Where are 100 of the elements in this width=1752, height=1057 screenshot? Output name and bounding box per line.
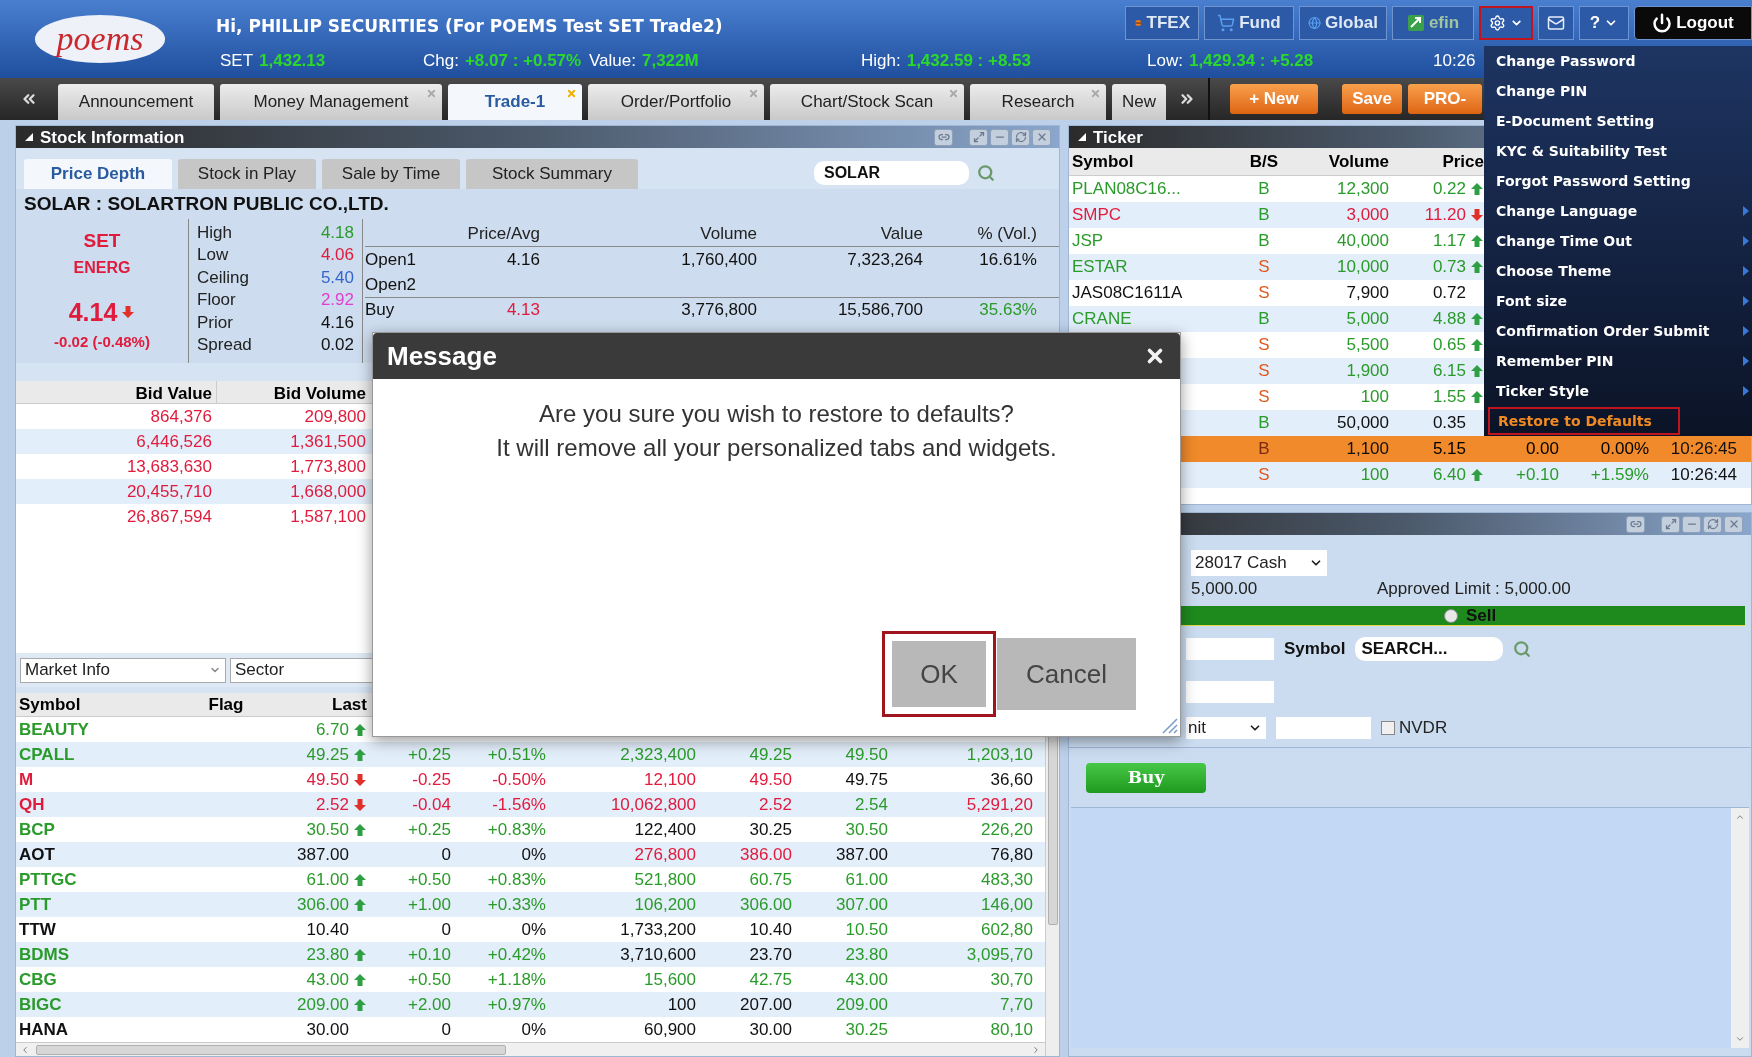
- column-header: Value: [879, 222, 923, 245]
- expand-icon[interactable]: [1661, 515, 1680, 533]
- table-cell-text: +0.51%: [486, 743, 546, 766]
- column-header: Symbol: [18, 693, 82, 716]
- expand-icon[interactable]: [969, 128, 988, 146]
- menu-item[interactable]: Change Password: [1488, 47, 1644, 75]
- link-icon[interactable]: [934, 128, 953, 146]
- dialog-message: It will remove all your personalized tabs and widgets.: [496, 433, 1057, 463]
- symbol-cell-text: PTTGC: [18, 868, 78, 891]
- menu-item[interactable]: Choose Theme: [1488, 257, 1620, 285]
- symbol-cell-text: SMPC: [1071, 204, 1123, 227]
- link-icon[interactable]: [1626, 515, 1645, 533]
- table-cell-text: 1,760,400: [680, 248, 757, 271]
- info-tab[interactable]: Price Depth: [24, 159, 172, 189]
- dropdown-select[interactable]: Market Info: [20, 657, 226, 683]
- symbol-cell-text: ESTAR: [1071, 256, 1129, 279]
- text-field[interactable]: [1186, 637, 1274, 660]
- table-cell-text: 0.65: [1432, 334, 1466, 357]
- settings-button[interactable]: [1479, 6, 1533, 40]
- info-tab[interactable]: Stock Summary: [466, 159, 638, 189]
- table-cell-text: 30.25: [844, 1018, 888, 1041]
- menu-item[interactable]: Change Language: [1488, 197, 1646, 225]
- side-cell-text: S: [1257, 386, 1271, 409]
- fund-button[interactable]: Fund: [1204, 6, 1294, 40]
- table-cell-text: 0: [440, 843, 451, 866]
- menu-item[interactable]: Font size: [1488, 287, 1575, 315]
- market-time: 10:26: [1433, 50, 1476, 73]
- table-cell-text: 0.22: [1432, 178, 1466, 201]
- table-cell-text: 0%: [520, 918, 546, 941]
- table-cell-text: 387.00: [835, 843, 888, 866]
- nvdr-checkbox[interactable]: NVDR: [1381, 715, 1448, 741]
- collapse-triangle-icon[interactable]: [24, 132, 34, 142]
- symbol-cell-text: BEAUTY: [18, 718, 90, 741]
- search-icon[interactable]: [1513, 639, 1532, 658]
- table-cell-text: 5,500: [1345, 334, 1389, 357]
- logo: poems: [34, 15, 166, 63]
- collapse-triangle-icon[interactable]: [1077, 132, 1087, 142]
- menu-item[interactable]: E-Document Setting: [1488, 107, 1663, 135]
- side-cell-text: B: [1257, 438, 1271, 461]
- text-field[interactable]: [1276, 717, 1371, 739]
- table-cell-text: 306.00: [739, 893, 792, 916]
- table-cell-text: 10.50: [844, 918, 888, 941]
- table-cell-text: 0%: [520, 843, 546, 866]
- workspace-tab[interactable]: Research: [970, 84, 1106, 120]
- table-cell-text: 226,20: [980, 818, 1033, 841]
- dialog-button[interactable]: OK: [882, 631, 996, 717]
- logout-button[interactable]: Logout: [1634, 6, 1752, 40]
- info-tab[interactable]: Sale by Time: [322, 159, 460, 189]
- workspace-tab[interactable]: Announcement: [58, 84, 214, 120]
- account-select[interactable]: 28017 Cash: [1191, 550, 1327, 576]
- efin-button[interactable]: efin: [1392, 6, 1474, 40]
- symbol-search-field[interactable]: SEARCH...: [1355, 636, 1504, 661]
- table-cell-text: 1,773,800: [289, 455, 367, 478]
- menu-item[interactable]: KYC & Suitability Test: [1488, 137, 1676, 165]
- row-label: Open2: [365, 273, 418, 296]
- dialog-button[interactable]: Cancel: [997, 638, 1136, 710]
- minimize-icon[interactable]: [1682, 515, 1701, 533]
- menu-item[interactable]: Forgot Password Setting: [1488, 167, 1699, 195]
- menu-item[interactable]: Remember PIN: [1488, 347, 1622, 375]
- horizontal-scrollbar[interactable]: [16, 1042, 1045, 1056]
- menu-item[interactable]: Confirmation Order Submit: [1488, 317, 1718, 345]
- table-cell-text: 209.00: [835, 993, 888, 1016]
- stat-value: 1,432.13: [259, 50, 326, 73]
- column-header: Price: [1441, 150, 1484, 173]
- menu-item[interactable]: Change Time Out: [1488, 227, 1640, 255]
- table-cell-text: 43.00: [306, 968, 349, 991]
- minimize-icon[interactable]: [990, 128, 1009, 146]
- menu-item[interactable]: Ticker Style: [1488, 377, 1598, 405]
- table-cell-text: 0.00%: [1599, 438, 1649, 461]
- menu-item[interactable]: Change PIN: [1488, 77, 1596, 105]
- table-cell-text: 76,80: [989, 843, 1033, 866]
- refresh-icon[interactable]: [1011, 128, 1030, 146]
- symbol-label: Symbol: [1284, 637, 1346, 660]
- workspace-tab[interactable]: New: [1112, 84, 1166, 120]
- help-button[interactable]: ?: [1579, 6, 1629, 40]
- order-type-select[interactable]: nit: [1186, 717, 1266, 739]
- symbol-cell-text: CRANE: [1071, 308, 1133, 331]
- symbol-cell-text: BCP: [18, 818, 56, 841]
- workspace-tab[interactable]: Order/Portfolio: [588, 84, 764, 120]
- greeting-text: Hi, PHILLIP SECURITIES (For POEMS Test SET Trade2): [216, 15, 723, 38]
- mail-button[interactable]: [1538, 6, 1574, 40]
- workspace-tab[interactable]: Money Management: [220, 84, 442, 120]
- symbol-cell-text: PTT: [18, 893, 53, 916]
- vertical-scrollbar[interactable]: [1731, 808, 1749, 1048]
- tfex-button[interactable]: TFEX: [1125, 6, 1199, 40]
- workspace-tab[interactable]: Trade-1: [448, 84, 582, 120]
- table-cell-text: 10:26:45: [1669, 438, 1737, 461]
- menu-item[interactable]: Restore to Defaults: [1488, 407, 1680, 435]
- stat-value: 1,432.59 : +8.53: [906, 50, 1031, 73]
- symbol-search-field[interactable]: SOLAR: [814, 161, 969, 185]
- info-tab[interactable]: Stock in Play: [178, 159, 316, 189]
- sell-radio[interactable]: Sell: [1443, 602, 1497, 629]
- workspace-tab[interactable]: Chart/Stock Scan: [770, 84, 964, 120]
- global-button[interactable]: Global: [1299, 6, 1387, 40]
- stat-value: 2.92: [320, 289, 354, 311]
- table-cell-text: -0.50%: [491, 768, 546, 791]
- table-cell-text: 61.00: [844, 868, 888, 891]
- refresh-icon[interactable]: [1703, 515, 1722, 533]
- search-icon[interactable]: [977, 164, 995, 182]
- text-field[interactable]: [1186, 681, 1274, 703]
